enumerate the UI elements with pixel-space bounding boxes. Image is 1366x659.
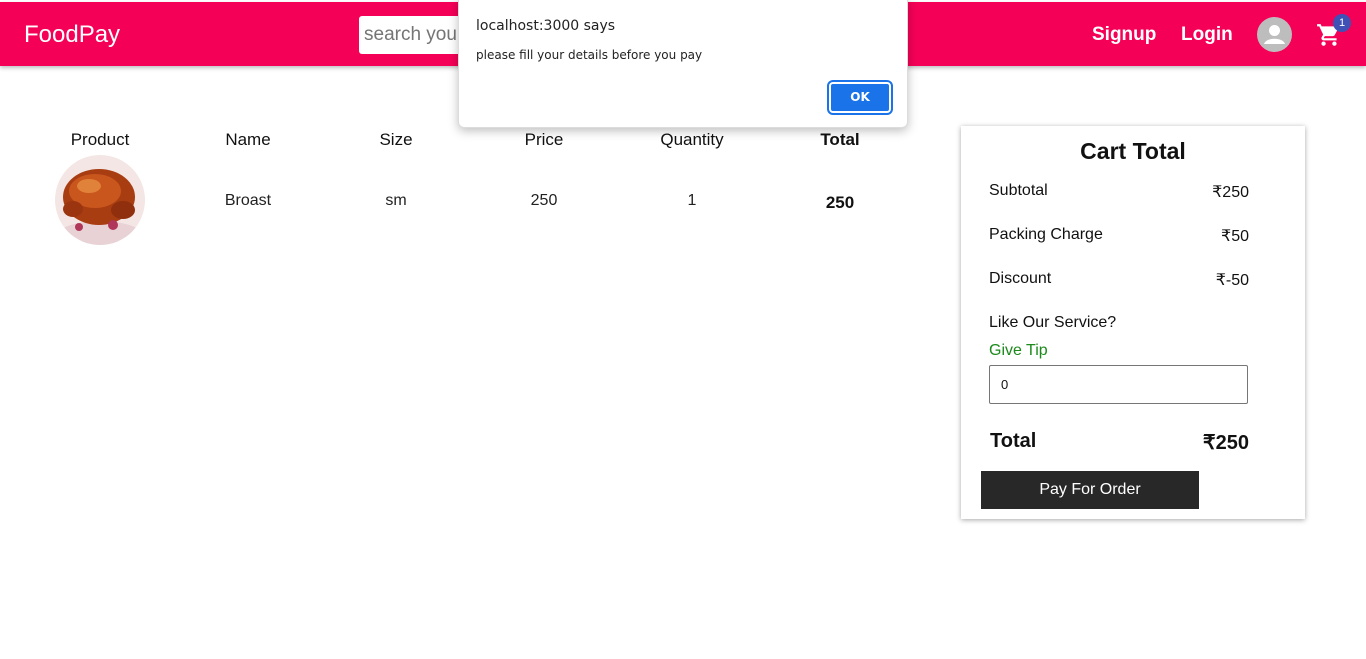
grand-total-label: Total xyxy=(990,430,1037,452)
discount-value: ₹-50 xyxy=(1215,272,1249,289)
header-name: Name xyxy=(225,130,271,149)
pay-for-order-button[interactable]: Pay For Order xyxy=(981,471,1199,509)
header-quantity: Quantity xyxy=(660,130,724,149)
alert-dialog: localhost:3000 says please fill your det… xyxy=(458,0,908,128)
brand-logo[interactable]: FoodPay xyxy=(24,21,120,49)
cart-total-title: Cart Total xyxy=(1080,138,1186,164)
item-quantity: 1 xyxy=(687,192,697,209)
give-tip-label: Give Tip xyxy=(989,342,1048,359)
header-price: Price xyxy=(524,130,564,149)
item-size: sm xyxy=(385,192,407,209)
packing-charge-label: Packing Charge xyxy=(989,226,1103,243)
header-size: Size xyxy=(379,130,413,149)
item-price: 250 xyxy=(530,192,558,209)
dialog-message: please fill your details before you pay xyxy=(476,48,703,62)
tip-input[interactable] xyxy=(989,365,1248,404)
header-total: Total xyxy=(820,130,860,149)
login-link[interactable]: Login xyxy=(1181,24,1233,46)
discount-label: Discount xyxy=(989,270,1052,287)
roast-chicken-image xyxy=(55,155,145,245)
subtotal-label: Subtotal xyxy=(989,182,1048,199)
dialog-title: localhost:3000 says xyxy=(476,18,616,34)
cart-count-badge: 1 xyxy=(1333,14,1351,32)
header-product: Product xyxy=(70,130,130,149)
dialog-ok-button[interactable]: OK xyxy=(827,80,893,115)
grand-total-value: ₹250 xyxy=(1202,432,1249,454)
subtotal-value: ₹250 xyxy=(1212,184,1249,201)
account-circle-icon[interactable] xyxy=(1257,17,1292,52)
cart-total-card: Cart Total Subtotal ₹250 Packing Charge … xyxy=(961,126,1305,519)
item-name: Broast xyxy=(224,192,272,209)
signup-link[interactable]: Signup xyxy=(1092,24,1156,46)
item-total: 250 xyxy=(825,193,855,212)
like-service-text: Like Our Service? xyxy=(989,314,1117,331)
packing-charge-value: ₹50 xyxy=(1221,228,1249,245)
